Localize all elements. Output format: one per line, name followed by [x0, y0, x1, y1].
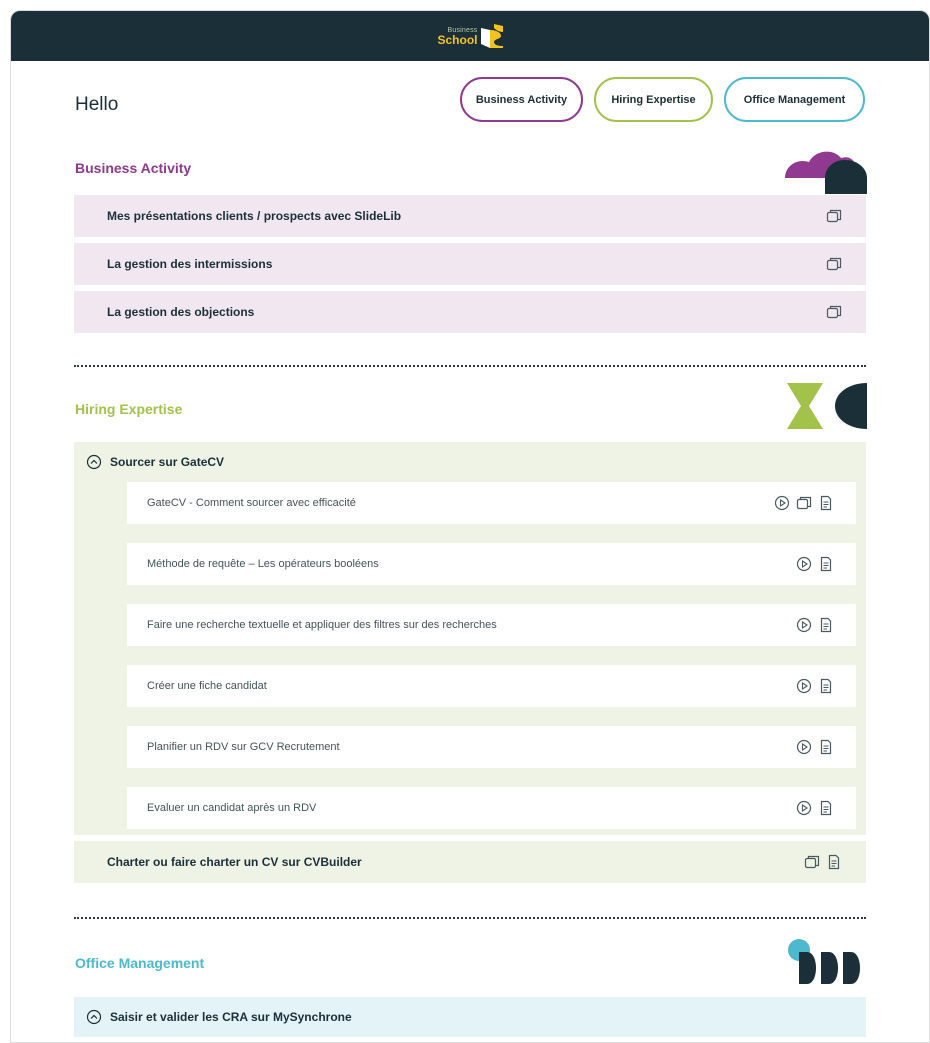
collapse-chevron-icon[interactable]	[86, 454, 102, 470]
play-icon[interactable]	[796, 678, 812, 694]
hiring-expertise-group: Sourcer sur GateCV GateCV - Comment sour…	[74, 442, 866, 835]
document-icon[interactable]	[818, 556, 834, 572]
slides-icon[interactable]	[804, 854, 820, 870]
group-label: Sourcer sur GateCV	[110, 455, 225, 469]
item-label: Mes présentations clients / prospects av…	[107, 209, 402, 223]
play-icon[interactable]	[774, 495, 790, 511]
play-icon[interactable]	[796, 617, 812, 633]
slides-icon[interactable]	[826, 304, 842, 320]
sub-item-label: Evaluer un candidat après un RDV	[147, 802, 317, 814]
slides-icon[interactable]	[796, 495, 812, 511]
document-icon[interactable]	[818, 617, 834, 633]
play-icon[interactable]	[796, 739, 812, 755]
play-icon[interactable]	[796, 556, 812, 572]
sub-item-label: Planifier un RDV sur GCV Recrutement	[147, 741, 340, 753]
sourcer-items-list: GateCV - Comment sourcer avec efficacité…	[84, 482, 856, 829]
document-icon[interactable]	[826, 854, 842, 870]
sub-item-label: Méthode de requête – Les opérateurs bool…	[147, 558, 379, 570]
item-label: La gestion des intermissions	[107, 257, 273, 271]
business-activity-item[interactable]: La gestion des intermissions	[74, 243, 866, 285]
slides-icon[interactable]	[826, 256, 842, 272]
hiring-expertise-hourglass-icon	[787, 383, 867, 429]
nav-business-activity-button[interactable]: Business Activity	[460, 77, 583, 122]
page-header: Hello Business Activity Hiring Expertise…	[74, 61, 866, 149]
item-label: La gestion des objections	[107, 305, 255, 319]
sub-item[interactable]: Méthode de requête – Les opérateurs bool…	[127, 543, 856, 585]
hiring-expertise-header: Hiring Expertise	[74, 367, 867, 442]
play-icon[interactable]	[796, 800, 812, 816]
sub-item-label: Créer une fiche candidat	[147, 680, 267, 692]
business-activity-item[interactable]: Mes présentations clients / prospects av…	[74, 195, 866, 237]
business-activity-cloud-icon	[785, 151, 867, 194]
logo-mark-icon	[480, 24, 503, 48]
sub-item-label: Faire une recherche textuelle et appliqu…	[147, 619, 497, 631]
item-label: Charter ou faire charter un CV sur CVBui…	[107, 855, 362, 869]
business-activity-title: Business Activity	[75, 160, 192, 176]
office-management-title: Office Management	[75, 955, 205, 971]
office-management-shapes-icon	[788, 939, 860, 984]
sub-item[interactable]: Créer une fiche candidat	[127, 665, 856, 707]
collapse-chevron-icon[interactable]	[86, 1009, 102, 1025]
sub-item[interactable]: Planifier un RDV sur GCV Recrutement	[127, 726, 856, 768]
business-activity-header: Business Activity	[74, 149, 867, 195]
sub-item-label: GateCV - Comment sourcer avec efficacité	[147, 497, 356, 509]
hiring-expertise-item[interactable]: Charter ou faire charter un CV sur CVBui…	[74, 841, 866, 883]
logo-big-text: School	[437, 32, 478, 47]
sub-item[interactable]: Evaluer un candidat après un RDV	[127, 787, 856, 829]
office-management-group[interactable]: Saisir et valider les CRA sur MySynchron…	[74, 997, 866, 1037]
nav-office-management-button[interactable]: Office Management	[724, 77, 865, 122]
group-toggle-sourcer[interactable]: Sourcer sur GateCV	[84, 442, 856, 482]
office-management-header: Office Management	[74, 919, 866, 997]
slides-icon[interactable]	[826, 208, 842, 224]
business-school-logo[interactable]: Business School	[437, 24, 503, 48]
document-icon[interactable]	[818, 800, 834, 816]
app-window: Business School Hello Business Activity …	[10, 10, 930, 1043]
document-icon[interactable]	[818, 739, 834, 755]
business-activity-list: Mes présentations clients / prospects av…	[74, 195, 866, 333]
document-icon[interactable]	[818, 678, 834, 694]
greeting-title: Hello	[75, 94, 119, 115]
hiring-expertise-title: Hiring Expertise	[75, 401, 183, 417]
sub-item[interactable]: GateCV - Comment sourcer avec efficacité	[127, 482, 856, 524]
nav-hiring-expertise-button[interactable]: Hiring Expertise	[594, 77, 713, 122]
top-bar: Business School	[11, 11, 929, 61]
business-activity-item[interactable]: La gestion des objections	[74, 291, 866, 333]
document-icon[interactable]	[818, 495, 834, 511]
sub-item[interactable]: Faire une recherche textuelle et appliqu…	[127, 604, 856, 646]
main-content: Hello Business Activity Hiring Expertise…	[74, 61, 867, 1037]
group-label: Saisir et valider les CRA sur MySynchron…	[110, 1010, 352, 1024]
